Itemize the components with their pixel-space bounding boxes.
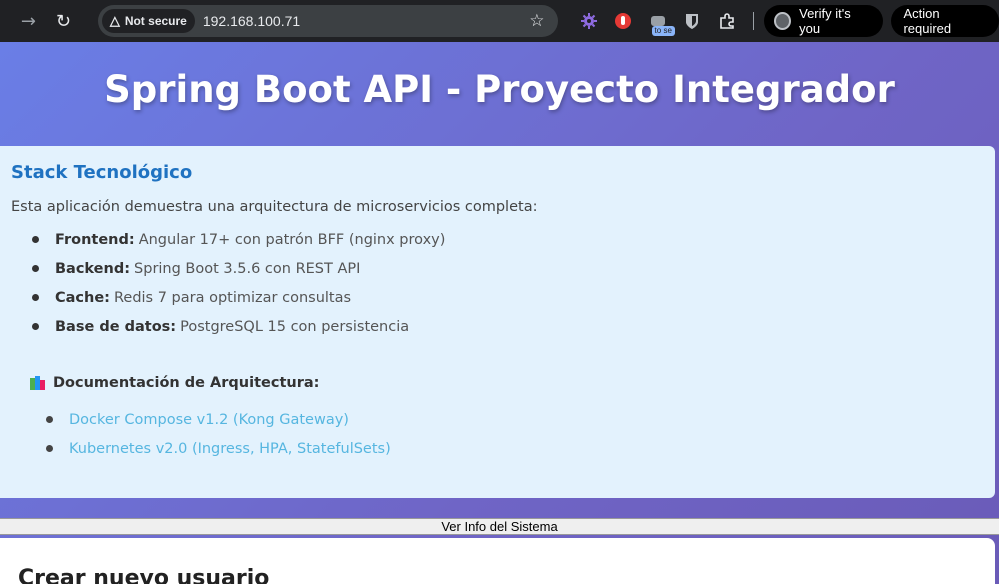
puzzle-extensions-icon[interactable] xyxy=(710,5,742,37)
bullet xyxy=(32,265,39,272)
tech-value: Spring Boot 3.5.6 con REST API xyxy=(134,260,361,277)
shield-extension-icon[interactable] xyxy=(676,5,708,37)
security-label: Not secure xyxy=(124,14,187,28)
stack-card: Stack Tecnológico Esta aplicación demues… xyxy=(0,146,995,498)
extensions-area: to se Verify it's you Action required xyxy=(572,5,999,37)
books-icon xyxy=(30,375,46,391)
page-title: Spring Boot API - Proyecto Integrador xyxy=(104,68,895,111)
docs-heading: Documentación de Arquitectura: xyxy=(53,375,320,391)
action-label: Action required xyxy=(903,6,952,36)
extension-badge: to se xyxy=(651,26,675,36)
page-background: Spring Boot API - Proyecto Integrador St… xyxy=(0,42,999,584)
warning-icon: △ xyxy=(109,13,120,28)
tech-key: Base de datos: xyxy=(55,318,177,335)
stack-intro: Esta aplicación demuestra una arquitectu… xyxy=(11,199,538,215)
tech-key: Backend: xyxy=(55,260,131,277)
bullet xyxy=(32,294,39,301)
tech-value: Angular 17+ con patrón BFF (nginx proxy) xyxy=(138,231,446,248)
tech-value: PostgreSQL 15 con persistencia xyxy=(180,318,410,335)
list-item: Kubernetes v2.0 (Ingress, HPA, StatefulS… xyxy=(11,434,984,463)
docs-heading-row: Documentación de Arquitectura: xyxy=(30,375,984,391)
list-item: Base de datos: PostgreSQL 15 con persiste… xyxy=(11,312,984,341)
list-item: Docker Compose v1.2 (Kong Gateway) xyxy=(11,405,984,434)
stack-heading: Stack Tecnológico xyxy=(11,162,193,183)
gear-extension-icon[interactable] xyxy=(572,5,604,37)
bullet xyxy=(46,416,53,423)
verify-profile-button[interactable]: Verify it's you xyxy=(763,5,884,37)
back-arrow-icon[interactable]: → xyxy=(14,6,43,36)
url-text[interactable]: 192.168.100.71 xyxy=(203,13,300,29)
docs-list: Docker Compose v1.2 (Kong Gateway) Kuber… xyxy=(11,405,984,463)
translate-extension-icon[interactable]: to se xyxy=(641,5,675,37)
stop-hand-extension-icon[interactable] xyxy=(607,5,639,37)
create-user-heading: Crear nuevo usuario xyxy=(18,566,270,584)
tech-value: Redis 7 para optimizar consultas xyxy=(113,289,352,306)
bullet xyxy=(32,236,39,243)
avatar xyxy=(773,12,792,30)
security-chip[interactable]: △ Not secure xyxy=(101,9,195,33)
create-user-card: Crear nuevo usuario xyxy=(0,538,995,584)
list-item: Frontend: Angular 17+ con patrón BFF (ngi… xyxy=(11,225,984,254)
system-info-button[interactable]: Ver Info del Sistema xyxy=(0,518,999,535)
toolbar-separator xyxy=(752,12,754,30)
list-item: Cache: Redis 7 para optimizar consultas xyxy=(11,283,984,312)
action-required-button[interactable]: Action required xyxy=(891,5,999,37)
bullet xyxy=(32,323,39,330)
list-item: Backend: Spring Boot 3.5.6 con REST API xyxy=(11,254,984,283)
browser-toolbar: → ↻ △ Not secure 192.168.100.71 ☆ to se … xyxy=(0,0,999,42)
tech-key: Frontend: xyxy=(55,231,135,248)
bookmark-star-icon[interactable]: ☆ xyxy=(529,11,544,31)
tech-key: Cache: xyxy=(55,289,110,306)
tech-list: Frontend: Angular 17+ con patrón BFF (ngi… xyxy=(11,225,984,341)
kubernetes-link[interactable]: Kubernetes v2.0 (Ingress, HPA, StatefulS… xyxy=(69,441,391,457)
bullet xyxy=(46,445,53,452)
verify-label: Verify it's you xyxy=(799,6,851,36)
reload-icon[interactable]: ↻ xyxy=(49,6,78,36)
docker-compose-link[interactable]: Docker Compose v1.2 (Kong Gateway) xyxy=(69,412,349,428)
address-bar[interactable]: △ Not secure 192.168.100.71 ☆ xyxy=(97,5,559,37)
